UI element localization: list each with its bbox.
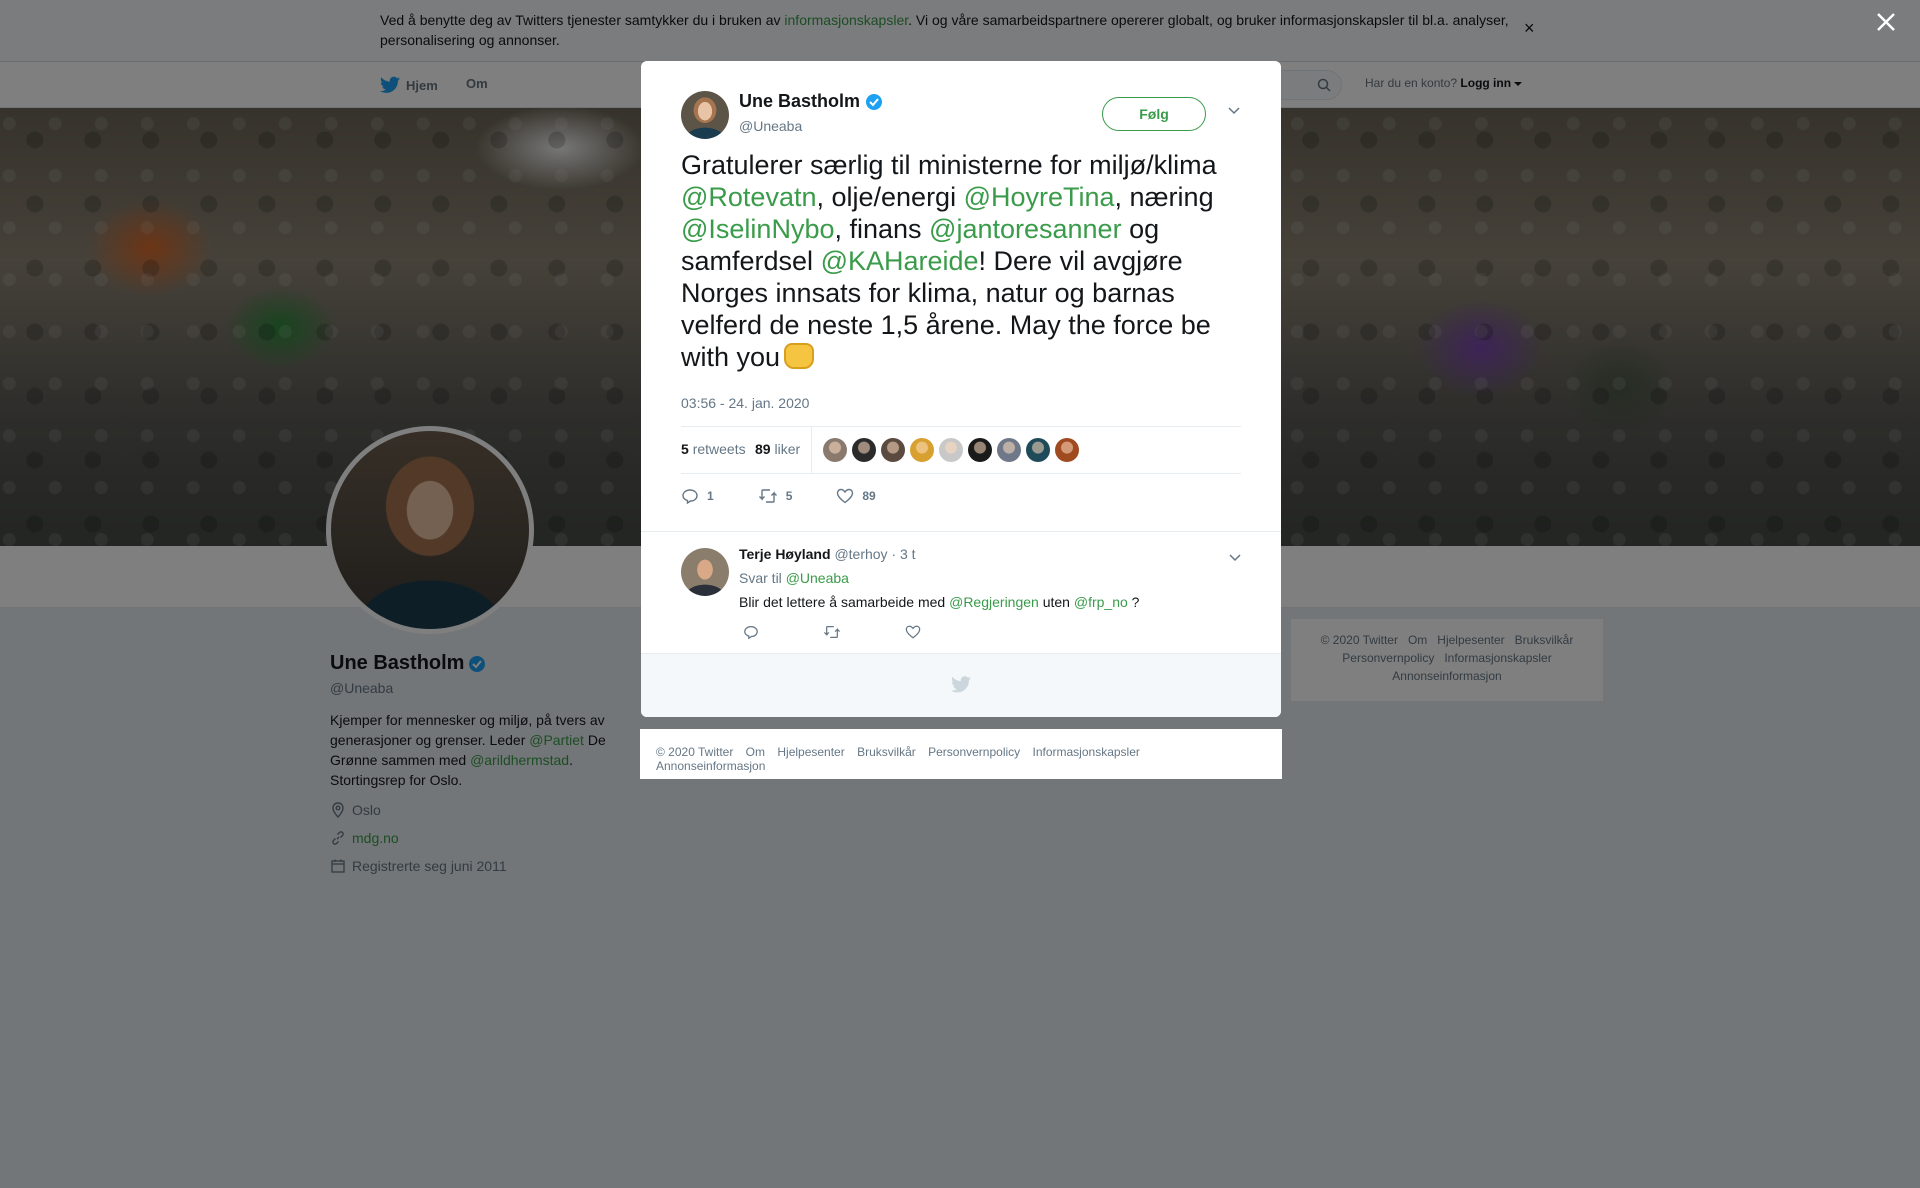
reply-button[interactable]: 1 [681, 487, 714, 505]
mention-regjeringen[interactable]: @Regjeringen [949, 594, 1039, 610]
retweets-stat[interactable]: 5 retweets [681, 441, 746, 457]
reply-count: 1 [707, 489, 714, 503]
liker-avatar[interactable] [1055, 438, 1079, 462]
likes-label: liker [774, 441, 801, 457]
reply-time[interactable]: · 3 t [891, 546, 915, 562]
liker-avatar[interactable] [823, 438, 847, 462]
tweet-timestamp[interactable]: 03:56 - 24. jan. 2020 [681, 395, 809, 411]
chevron-down-icon[interactable] [1227, 103, 1241, 117]
tweet-author-handle[interactable]: @Uneaba [739, 118, 802, 134]
reply-actions [743, 624, 921, 640]
reply-tweet[interactable]: Terje Høyland @terhoy · 3 t Svar til @Un… [641, 531, 1281, 655]
tweet-author-name-text: Une Bastholm [739, 91, 861, 111]
retweet-icon[interactable] [823, 624, 841, 640]
like-count: 89 [862, 489, 876, 503]
heart-icon [837, 488, 854, 504]
mention-kahareide[interactable]: @KAHareide [821, 246, 979, 276]
stats-divider [811, 427, 812, 473]
close-icon[interactable] [1876, 12, 1896, 32]
retweet-count: 5 [785, 489, 793, 503]
like-button[interactable]: 89 [836, 487, 876, 505]
mention-hoyretina[interactable]: @HoyreTina [964, 182, 1115, 212]
liker-avatar[interactable] [939, 438, 963, 462]
reply-text: Blir det lettere å samarbeide med @Regje… [739, 594, 1139, 610]
reply-icon[interactable] [743, 624, 759, 640]
tweet-actions: 1 5 89 [681, 487, 920, 505]
tweet-text-part: Gratulerer særlig til ministerne for mil… [681, 150, 1217, 180]
reply-to-mention[interactable]: @Uneaba [786, 570, 849, 586]
tweet-text: Gratulerer særlig til ministerne for mil… [681, 149, 1241, 373]
reply-author-handle[interactable]: @terhoy [834, 546, 887, 562]
reply-author-avatar[interactable] [681, 548, 729, 596]
reply-text-part: Blir det lettere å samarbeide med [739, 594, 950, 610]
twitter-bird-icon [951, 676, 971, 693]
tweet-text-part: , næring [1114, 182, 1214, 212]
follow-button[interactable]: Følg [1102, 97, 1206, 131]
tweet-author-name[interactable]: Une Bastholm [739, 91, 883, 112]
fist-emoji-icon [784, 343, 815, 369]
liker-avatar[interactable] [968, 438, 992, 462]
modal-footer [641, 653, 1281, 717]
retweet-icon [758, 489, 777, 503]
reply-to-label: Svar til [739, 570, 782, 586]
liker-avatar[interactable] [852, 438, 876, 462]
retweet-button[interactable]: 5 [758, 487, 793, 505]
liker-avatar[interactable] [1026, 438, 1050, 462]
reply-author-name[interactable]: Terje Høyland [739, 546, 831, 562]
footer-ads[interactable]: Annonseinformasjon [656, 759, 765, 773]
tweet-text-part: , finans [834, 214, 930, 244]
heart-icon[interactable] [905, 624, 921, 640]
reply-text-part: uten [1038, 594, 1074, 610]
tweet-author-avatar[interactable] [681, 91, 729, 139]
tweet-modal: Une Bastholm @Uneaba Følg Gratulerer sær… [641, 61, 1281, 717]
tweet-stats: 5 retweets 89 liker [681, 426, 1241, 474]
footer-help[interactable]: Hjelpesenter [777, 745, 844, 759]
footer-terms[interactable]: Bruksvilkår [857, 745, 916, 759]
liker-avatar[interactable] [910, 438, 934, 462]
footer-about[interactable]: Om [746, 745, 765, 759]
footer-privacy[interactable]: Personvernpolicy [928, 745, 1020, 759]
retweets-label: retweets [692, 441, 746, 457]
reply-text-part: ? [1127, 594, 1140, 610]
verified-badge-icon [866, 93, 883, 110]
footer-cookies[interactable]: Informasjonskapsler [1033, 745, 1140, 759]
likes-count: 89 [755, 441, 771, 457]
liker-avatars [823, 438, 1079, 462]
page-footer: © 2020 Twitter Om Hjelpesenter Bruksvilk… [640, 729, 1282, 779]
footer-copyright: © 2020 Twitter [656, 745, 734, 759]
mention-iselinnybo[interactable]: @IselinNybo [681, 214, 834, 244]
mention-jantoresanner[interactable]: @jantoresanner [929, 214, 1122, 244]
liker-avatar[interactable] [881, 438, 905, 462]
reply-icon [682, 489, 698, 505]
liker-avatar[interactable] [997, 438, 1021, 462]
mention-frp-no[interactable]: @frp_no [1074, 594, 1128, 610]
retweets-count: 5 [681, 441, 689, 457]
likes-stat[interactable]: 89 liker [755, 441, 800, 457]
mention-rotevatn[interactable]: @Rotevatn [681, 182, 816, 212]
tweet-text-part: , olje/energi [816, 182, 964, 212]
chevron-down-icon[interactable] [1228, 550, 1242, 564]
reply-header: Terje Høyland @terhoy · 3 t [739, 546, 916, 562]
reply-to: Svar til @Uneaba [739, 570, 849, 586]
